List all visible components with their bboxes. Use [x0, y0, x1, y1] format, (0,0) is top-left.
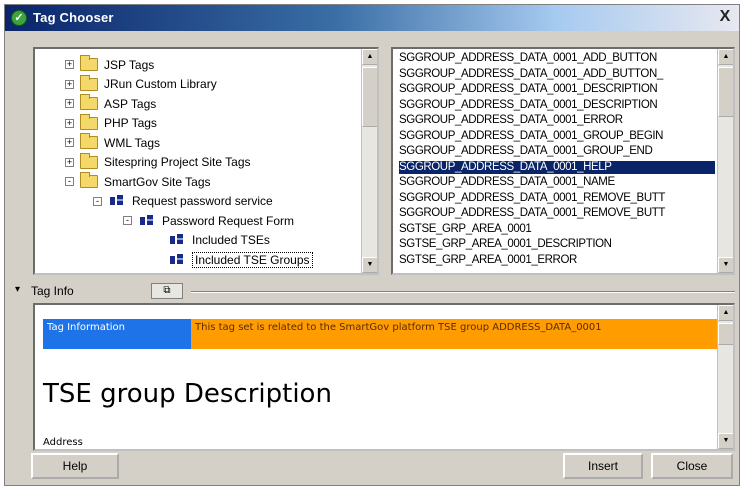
tag-list-item[interactable]: SGGROUP_ADDRESS_DATA_0001_GROUP_END — [399, 145, 715, 158]
tag-info-tabbar: ▾ Tag Info ⧉ — [15, 282, 735, 302]
collapse-arrow-icon[interactable]: ▾ — [15, 284, 20, 295]
tag-chooser-window: ✓ Tag Chooser X ▲ ▼ + JSP Tags + JRun Custo… — [4, 4, 740, 486]
address-label: Address — [43, 437, 83, 448]
tree-item-label: ASP Tags — [104, 96, 157, 111]
scroll-up-icon[interactable]: ▲ — [718, 305, 733, 321]
collapse-icon[interactable]: - — [93, 196, 102, 206]
tag-group-icon — [168, 253, 186, 267]
tree-item-label: SmartGov Site Tags — [104, 174, 211, 189]
folder-icon — [80, 74, 98, 91]
tree-item[interactable]: - Password Request Form — [123, 211, 294, 230]
scroll-thumb[interactable] — [362, 67, 377, 127]
tag-list-item[interactable]: SGGROUP_ADDRESS_DATA_0001_REMOVE_BUTT — [399, 192, 715, 205]
tag-group-icon — [168, 233, 186, 247]
scroll-down-icon[interactable]: ▼ — [362, 257, 377, 273]
taglist-scrollbar[interactable]: ▲ ▼ — [717, 49, 733, 273]
tag-group-icon — [138, 214, 156, 228]
link-icon[interactable]: ⧉ — [151, 283, 183, 299]
insert-button[interactable]: Insert — [563, 453, 643, 479]
tab-tag-info[interactable]: Tag Info — [31, 284, 74, 298]
tree-item[interactable]: + JSP Tags — [65, 55, 154, 74]
tag-list-item[interactable]: SGTSE_GRP_AREA_0001_DESCRIPTION — [399, 238, 715, 251]
tag-list-item[interactable]: SGTSE_GRP_AREA_0001 — [399, 223, 715, 236]
info-key: Tag Information — [43, 319, 191, 349]
window-title: Tag Chooser — [33, 10, 114, 25]
info-table: Tag Information This tag set is related … — [43, 319, 717, 349]
scroll-thumb[interactable] — [718, 323, 733, 345]
expand-icon[interactable]: + — [65, 157, 74, 167]
tag-list-item[interactable]: SGGROUP_ADDRESS_DATA_0001_REMOVE_BUTT — [399, 207, 715, 220]
tree-item-label: JSP Tags — [104, 57, 155, 72]
scroll-thumb[interactable] — [718, 67, 733, 117]
tag-list-item[interactable]: SGGROUP_ADDRESS_DATA_0001_DESCRIPTION — [399, 99, 715, 112]
tree-item[interactable]: + JRun Custom Library — [65, 74, 217, 94]
tag-list-item[interactable]: SGGROUP_ADDRESS_DATA_0001_ADD_BUTTON — [399, 52, 715, 65]
tree-item[interactable]: + ASP Tags — [65, 94, 156, 113]
tree-item-label: JRun Custom Library — [104, 77, 217, 91]
tree-item[interactable]: - Request password service — [93, 192, 273, 211]
tree-item[interactable]: + Sitespring Project Site Tags — [65, 152, 251, 172]
tag-library-tree[interactable]: ▲ ▼ + JSP Tags + JRun Custom Library + ASP Ta… — [33, 47, 379, 275]
tag-list-item[interactable]: SGGROUP_ADDRESS_DATA_0001_HELP — [399, 160, 715, 174]
title-bar[interactable]: ✓ Tag Chooser X — [5, 5, 739, 31]
info-scrollbar[interactable]: ▲ ▼ — [717, 305, 733, 449]
tag-list-item[interactable]: SGGROUP_ADDRESS_DATA_0001_NAME — [399, 176, 715, 189]
divider — [191, 291, 735, 293]
tag-list-item[interactable]: SGTSE_GRP_AREA_0001_ERROR — [399, 254, 715, 267]
tree-item-label: WML Tags — [104, 135, 161, 150]
folder-icon — [80, 133, 98, 149]
tree-item-label: Included TSE Groups — [192, 251, 313, 268]
scroll-up-icon[interactable]: ▲ — [718, 49, 733, 65]
scroll-down-icon[interactable]: ▼ — [718, 433, 733, 449]
tag-list-item[interactable]: SGGROUP_ADDRESS_DATA_0001_DESCRIPTION — [399, 83, 715, 96]
expand-icon[interactable]: + — [65, 138, 74, 147]
tag-info-panel: Tag Information This tag set is related … — [33, 303, 735, 451]
tag-list-item[interactable]: SGGROUP_ADDRESS_DATA_0001_ADD_BUTTON_ — [399, 68, 715, 81]
tree-item-label: PHP Tags — [104, 116, 157, 130]
tag-group-icon — [108, 194, 126, 208]
folder-icon — [80, 55, 98, 71]
help-button[interactable]: Help — [31, 453, 119, 479]
tree-item-label: Request password service — [132, 194, 273, 208]
scroll-up-icon[interactable]: ▲ — [362, 49, 377, 65]
tag-list[interactable]: ▲ ▼ SGGROUP_ADDRESS_DATA_0001_ADD_BUTTON… — [391, 47, 735, 275]
app-icon: ✓ — [11, 10, 27, 26]
tree-item[interactable]: + WML Tags — [65, 133, 160, 152]
tag-list-item[interactable]: SGGROUP_ADDRESS_DATA_0001_ERROR — [399, 114, 715, 127]
expand-icon[interactable]: + — [65, 118, 74, 128]
description-heading: TSE group Description — [43, 379, 332, 409]
close-icon[interactable]: X — [715, 7, 735, 27]
collapse-icon[interactable]: - — [123, 216, 132, 225]
tree-scrollbar[interactable]: ▲ ▼ — [361, 49, 377, 273]
tree-item[interactable]: - SmartGov Site Tags — [65, 172, 211, 191]
tree-item[interactable]: + PHP Tags — [65, 113, 157, 133]
folder-icon — [80, 172, 98, 188]
folder-icon — [80, 152, 98, 169]
tag-list-item[interactable]: SGGROUP_ADDRESS_DATA_0001_GROUP_BEGIN — [399, 130, 715, 143]
folder-icon — [80, 94, 98, 110]
tree-item[interactable]: Included TSEs — [153, 231, 270, 250]
folder-icon — [80, 113, 98, 130]
tree-item-label: Sitespring Project Site Tags — [104, 155, 251, 169]
expand-icon[interactable]: + — [65, 60, 74, 69]
expand-icon[interactable]: + — [65, 79, 74, 89]
close-button[interactable]: Close — [651, 453, 733, 479]
tree-item-label: Included TSEs — [192, 233, 270, 247]
tree-item[interactable]: Included TSE Groups — [153, 250, 313, 269]
tree-item-label: Password Request Form — [162, 213, 295, 228]
collapse-icon[interactable]: - — [65, 177, 74, 186]
info-value: This tag set is related to the SmartGov … — [191, 319, 717, 349]
expand-icon[interactable]: + — [65, 99, 74, 108]
scroll-down-icon[interactable]: ▼ — [718, 257, 733, 273]
